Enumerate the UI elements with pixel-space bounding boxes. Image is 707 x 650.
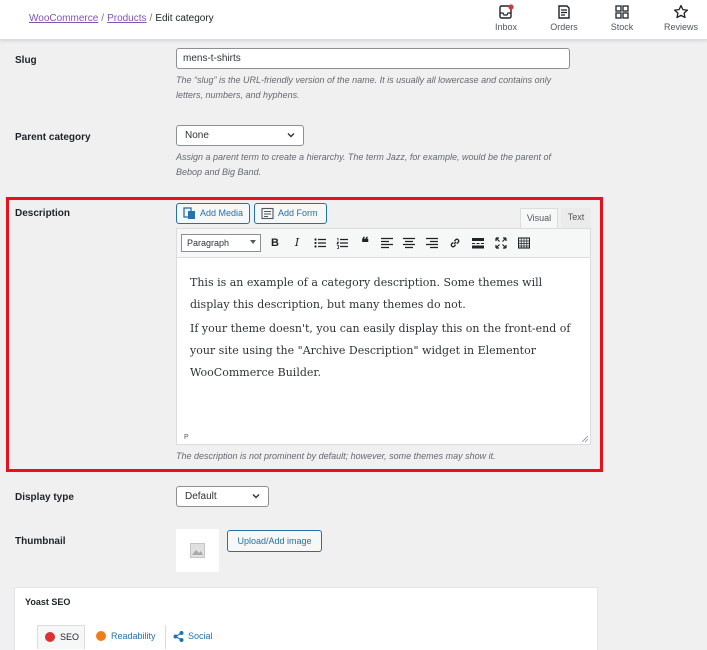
- slug-help: The “slug” is the URL-friendly version o…: [176, 75, 552, 100]
- nav-inbox[interactable]: Inbox: [483, 4, 529, 32]
- display-type-select[interactable]: Default: [176, 486, 269, 507]
- share-icon: [173, 631, 184, 642]
- star-icon: [673, 4, 689, 19]
- neutral-face-icon: [96, 631, 106, 641]
- parent-category-select[interactable]: None: [176, 125, 304, 146]
- tab-social[interactable]: Social: [165, 625, 223, 649]
- parent-category-value: None: [185, 130, 209, 141]
- display-type-label: Display type: [15, 492, 74, 503]
- display-type-value: Default: [185, 491, 217, 502]
- yoast-seo-panel: Yoast SEO SEO Readability Social: [14, 587, 598, 650]
- thumbnail-preview: [176, 529, 219, 572]
- yoast-title: Yoast SEO: [25, 597, 71, 607]
- nav-orders[interactable]: Orders: [541, 4, 587, 32]
- chevron-down-icon: [252, 494, 260, 499]
- inbox-icon: [499, 4, 514, 19]
- sad-face-icon: [45, 632, 55, 642]
- breadcrumb-separator: /: [149, 13, 153, 24]
- slug-label: Slug: [15, 55, 37, 66]
- tab-readability-label: Readability: [111, 631, 156, 641]
- nav-reviews[interactable]: Reviews: [658, 4, 704, 32]
- breadcrumb-separator: /: [101, 13, 105, 24]
- image-placeholder-icon: [190, 543, 205, 558]
- top-header: WooCommerce / Products / Edit category Inbox…: [0, 0, 707, 40]
- chevron-down-icon: [287, 133, 295, 138]
- orders-icon: [558, 5, 570, 19]
- upload-image-button[interactable]: Upload/Add image: [227, 530, 322, 552]
- parent-category-label: Parent category: [15, 132, 91, 143]
- slug-input[interactable]: mens-t-shirts: [176, 48, 570, 69]
- breadcrumb: WooCommerce / Products / Edit category: [29, 13, 214, 24]
- nav-orders-label: Orders: [550, 22, 578, 32]
- nav-reviews-label: Reviews: [663, 22, 698, 32]
- tab-seo-label: SEO: [60, 632, 80, 642]
- tab-readability[interactable]: Readability: [89, 625, 165, 649]
- tab-social-label: Social: [188, 631, 213, 641]
- highlight-box: [6, 197, 603, 472]
- breadcrumb-current: Edit category: [155, 13, 214, 24]
- thumbnail-label: Thumbnail: [15, 536, 66, 547]
- parent-category-help: Assign a parent term to create a hierarc…: [176, 152, 552, 177]
- stock-icon: [615, 5, 629, 19]
- nav-inbox-label: Inbox: [494, 22, 518, 32]
- nav-stock[interactable]: Stock: [599, 4, 645, 32]
- breadcrumb-products-link[interactable]: Products: [107, 13, 146, 24]
- breadcrumb-woocommerce-link[interactable]: WooCommerce: [29, 13, 98, 24]
- nav-stock-label: Stock: [610, 22, 634, 32]
- tab-seo[interactable]: SEO: [37, 625, 85, 649]
